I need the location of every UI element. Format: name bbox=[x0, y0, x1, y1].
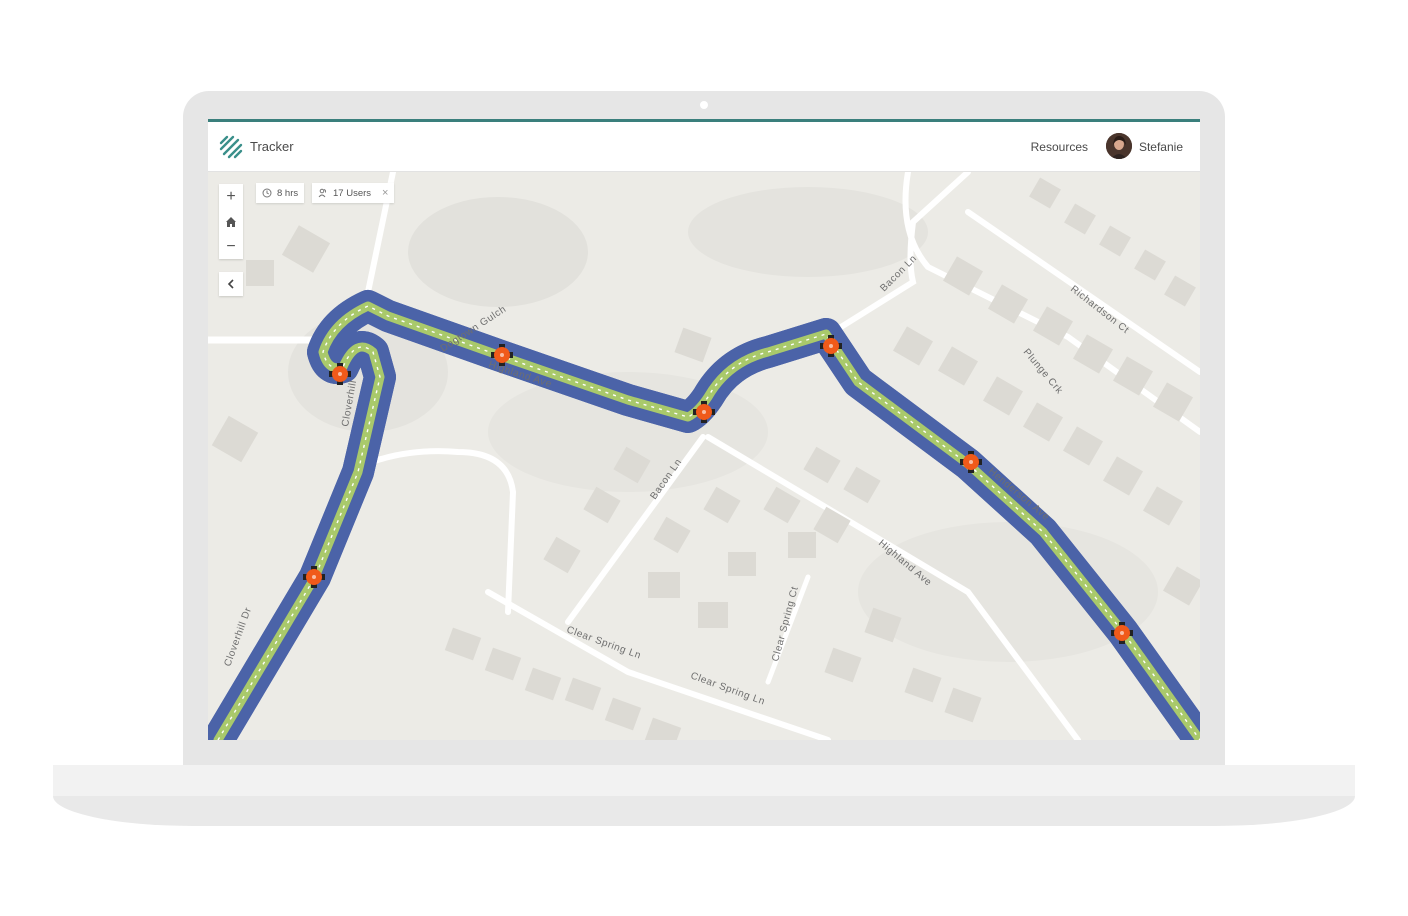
user-avatar[interactable] bbox=[1106, 133, 1132, 159]
zoom-controls: + − bbox=[219, 184, 243, 259]
app-title: Tracker bbox=[250, 139, 294, 154]
zoom-out-button[interactable]: − bbox=[219, 234, 243, 259]
users-filter-chip[interactable]: 17 Users × bbox=[312, 183, 395, 203]
laptop-base bbox=[53, 765, 1355, 797]
map-canvas[interactable]: Dogtown Gulch Highland Ave Bacon Ln Rich… bbox=[208, 172, 1200, 740]
tracker-logo-icon[interactable] bbox=[218, 134, 244, 160]
home-button[interactable] bbox=[219, 209, 243, 234]
chevron-left-icon bbox=[227, 279, 234, 289]
users-filter-label: 17 Users bbox=[333, 187, 372, 199]
users-icon bbox=[318, 188, 327, 198]
app-header: Tracker Resources Stefanie bbox=[208, 122, 1200, 172]
home-icon bbox=[226, 216, 236, 227]
collapse-panel-button[interactable] bbox=[219, 272, 243, 296]
user-name[interactable]: Stefanie bbox=[1139, 140, 1183, 154]
time-filter-label: 8 hrs bbox=[277, 187, 299, 199]
remove-users-filter-button[interactable]: × bbox=[382, 187, 388, 199]
zoom-in-button[interactable]: + bbox=[219, 184, 243, 209]
avatar-image bbox=[1106, 133, 1132, 159]
laptop-camera bbox=[700, 101, 708, 109]
map-view[interactable]: Dogtown Gulch Highland Ave Bacon Ln Rich… bbox=[208, 172, 1200, 740]
app-screen: Tracker Resources Stefanie Dogtown Gulch… bbox=[208, 119, 1200, 740]
laptop-base-edge bbox=[53, 796, 1355, 826]
time-filter-chip[interactable]: 8 hrs bbox=[256, 183, 305, 203]
clock-icon bbox=[262, 188, 272, 198]
resources-link[interactable]: Resources bbox=[1031, 140, 1088, 154]
